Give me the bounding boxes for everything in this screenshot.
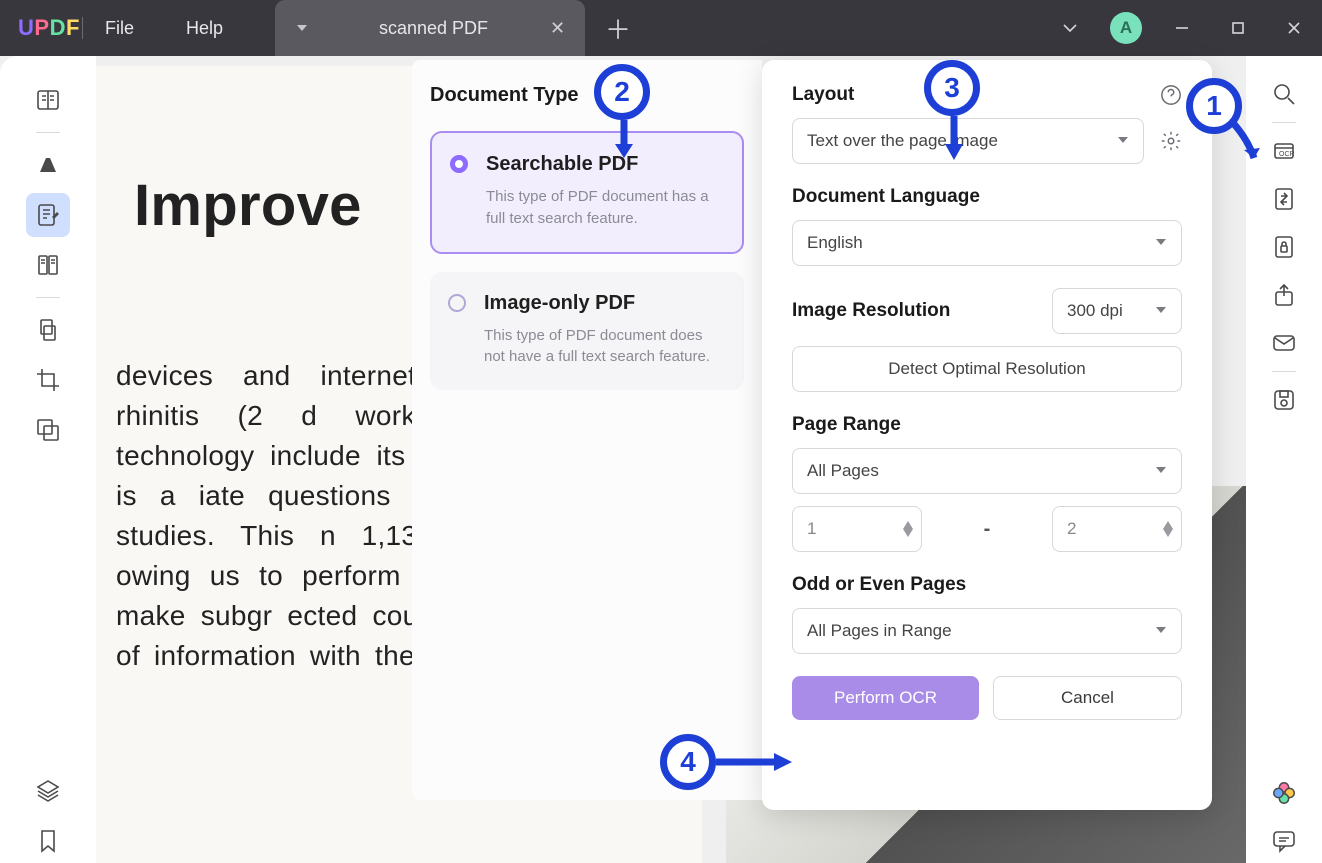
chevron-down-icon	[1117, 131, 1129, 151]
menu-file[interactable]: File	[105, 18, 134, 39]
language-label: Document Language	[792, 186, 1182, 208]
perform-ocr-button[interactable]: Perform OCR	[792, 676, 979, 720]
layout-dropdown[interactable]: Text over the page image	[792, 118, 1144, 164]
resolution-label: Image Resolution	[792, 300, 1036, 322]
cancel-button[interactable]: Cancel	[993, 676, 1182, 720]
save-icon[interactable]	[1262, 378, 1306, 422]
right-toolbar: OCR	[1246, 56, 1322, 863]
help-icon[interactable]	[1160, 84, 1182, 106]
resolution-value: 300 dpi	[1067, 301, 1123, 321]
ocr-document-type-panel: Document Type Searchable PDF This type o…	[412, 60, 762, 800]
odd-even-dropdown[interactable]: All Pages in Range	[792, 608, 1182, 654]
radio-icon	[450, 155, 468, 173]
app-logo: UPDF	[0, 15, 60, 41]
convert-icon[interactable]	[1262, 177, 1306, 221]
option-desc: This type of PDF document does not have …	[484, 325, 724, 369]
organize-tool-icon[interactable]	[26, 308, 70, 352]
resolution-dropdown[interactable]: 300 dpi	[1052, 288, 1182, 334]
tab-close-icon[interactable]: ✕	[550, 18, 565, 39]
option-image-only-pdf[interactable]: Image-only PDF This type of PDF document…	[430, 272, 744, 391]
annotation-2: 2	[594, 64, 650, 120]
chevron-down-icon	[1155, 461, 1167, 481]
annotation-arrow	[714, 750, 794, 774]
edit-tool-icon[interactable]	[26, 193, 70, 237]
dropdown-window-icon[interactable]	[1042, 0, 1098, 56]
page-to-input[interactable]: 2	[1052, 506, 1182, 552]
radio-icon	[448, 294, 466, 312]
option-searchable-pdf[interactable]: Searchable PDF This type of PDF document…	[430, 131, 744, 254]
document-type-heading: Document Type	[430, 84, 744, 107]
share-icon[interactable]	[1262, 273, 1306, 317]
email-icon[interactable]	[1262, 321, 1306, 365]
chevron-down-icon	[1155, 233, 1167, 253]
range-dash: -	[922, 518, 1052, 541]
language-value: English	[807, 233, 863, 253]
page-range-dropdown[interactable]: All Pages	[792, 448, 1182, 494]
separator	[82, 17, 83, 39]
bookmark-icon[interactable]	[26, 819, 70, 863]
tab-dropdown-icon[interactable]	[295, 21, 309, 35]
page-from-input[interactable]: 1	[792, 506, 922, 552]
tab-title: scanned PDF	[345, 18, 522, 39]
annotation-arrow	[942, 114, 966, 164]
option-title: Searchable PDF	[486, 153, 722, 176]
menu-help[interactable]: Help	[186, 18, 223, 39]
document-tab[interactable]: scanned PDF ✕	[275, 0, 585, 56]
maximize-button[interactable]	[1210, 0, 1266, 56]
odd-even-label: Odd or Even Pages	[792, 574, 1182, 596]
page-range-label: Page Range	[792, 414, 1182, 436]
option-title: Image-only PDF	[484, 292, 724, 315]
minimize-button[interactable]	[1154, 0, 1210, 56]
compare-tool-icon[interactable]	[26, 408, 70, 452]
crop-tool-icon[interactable]	[26, 358, 70, 402]
left-toolbar	[0, 56, 96, 863]
page-tool-icon[interactable]	[26, 243, 70, 287]
ocr-tool-icon[interactable]: OCR	[1262, 129, 1306, 173]
chevron-down-icon	[1155, 301, 1167, 321]
ai-assistant-icon[interactable]	[1262, 771, 1306, 815]
gear-icon[interactable]	[1160, 130, 1182, 152]
reader-tool-icon[interactable]	[26, 78, 70, 122]
chevron-down-icon	[1155, 621, 1167, 641]
page-range-value: All Pages	[807, 461, 879, 481]
titlebar: UPDF File Help scanned PDF ✕ ＋ A	[0, 0, 1322, 56]
annotation-1: 1	[1186, 78, 1242, 134]
language-dropdown[interactable]: English	[792, 220, 1182, 266]
annotation-4: 4	[660, 734, 716, 790]
annotation-arrow	[1226, 120, 1266, 170]
avatar[interactable]: A	[1110, 12, 1142, 44]
protect-icon[interactable]	[1262, 225, 1306, 269]
ocr-settings-panel: Layout Text over the page image Document…	[762, 60, 1212, 810]
layers-icon[interactable]	[26, 769, 70, 813]
annotation-arrow	[612, 118, 636, 162]
option-desc: This type of PDF document has a full tex…	[486, 186, 722, 230]
layout-value: Text over the page image	[807, 131, 998, 151]
annotation-3: 3	[924, 60, 980, 116]
comment-icon[interactable]	[1262, 819, 1306, 863]
close-button[interactable]	[1266, 0, 1322, 56]
layout-label: Layout	[792, 84, 854, 106]
odd-even-value: All Pages in Range	[807, 621, 952, 641]
detect-resolution-button[interactable]: Detect Optimal Resolution	[792, 346, 1182, 392]
highlighter-tool-icon[interactable]	[26, 143, 70, 187]
new-tab-button[interactable]: ＋	[605, 10, 631, 47]
search-icon[interactable]	[1262, 72, 1306, 116]
svg-text:OCR: OCR	[1279, 151, 1295, 158]
